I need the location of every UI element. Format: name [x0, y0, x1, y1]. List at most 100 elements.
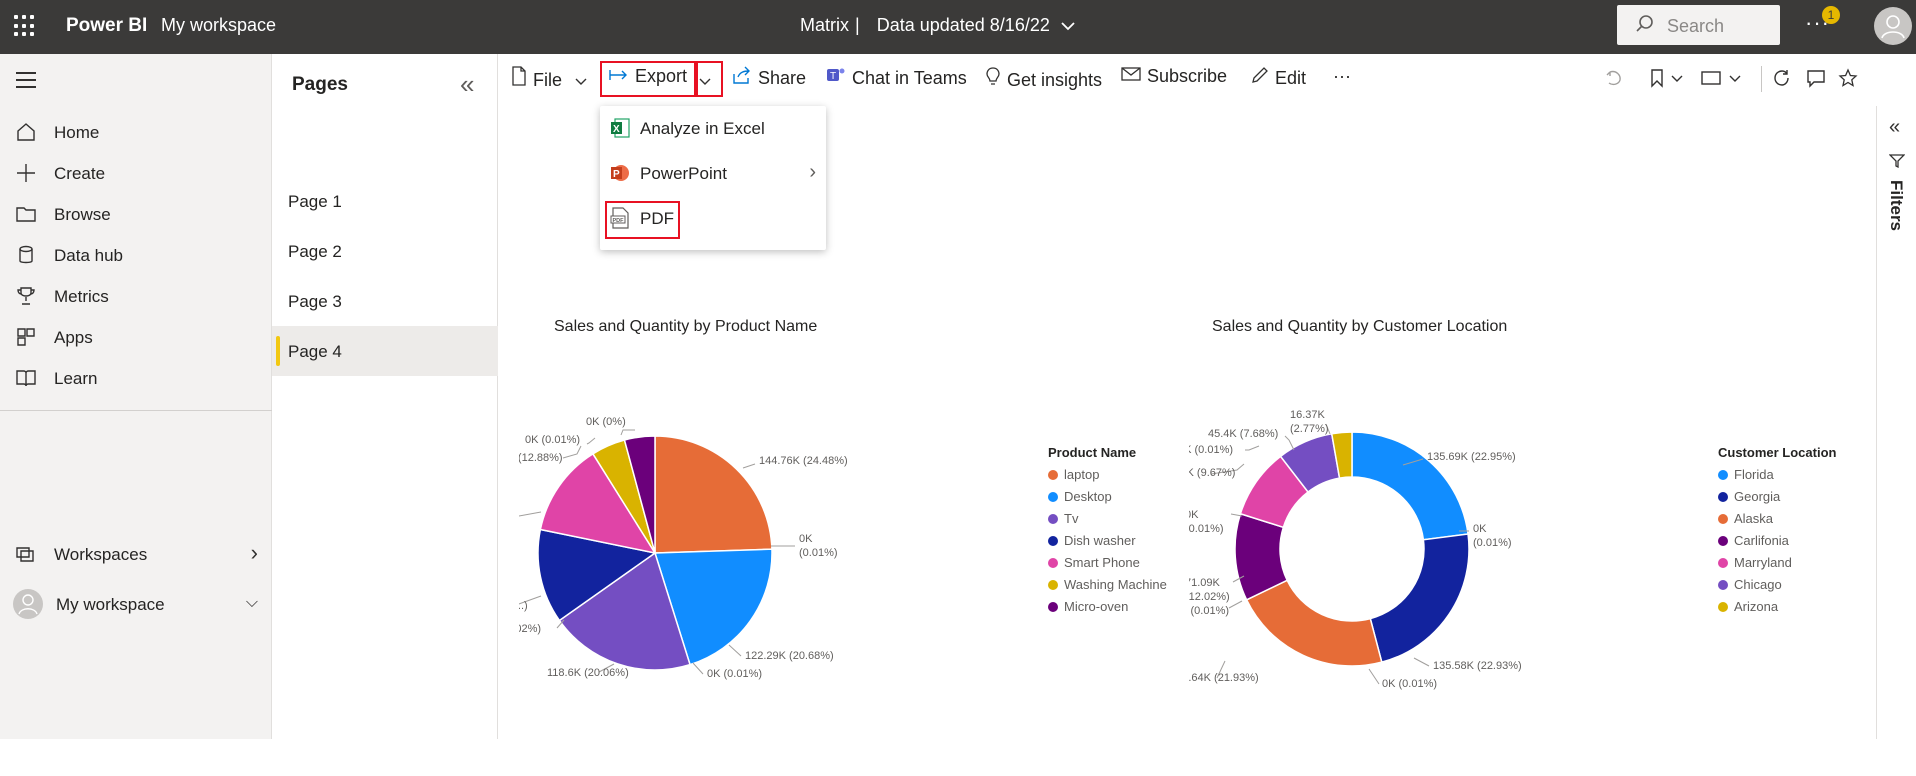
- legend-swatch: [1048, 558, 1058, 568]
- hamburger-menu-icon[interactable]: [16, 72, 36, 93]
- filters-label[interactable]: Filters: [1886, 180, 1906, 231]
- page-tab-3[interactable]: Page 3: [272, 276, 498, 326]
- nav-item-home[interactable]: Home: [0, 110, 272, 154]
- chevron-down-icon[interactable]: [1061, 15, 1075, 35]
- favorite-star-icon[interactable]: [1838, 68, 1858, 93]
- nav-item-metrics[interactable]: Metrics: [0, 274, 272, 318]
- data-label: (2.77%): [1290, 423, 1329, 435]
- legend-item-washing-machine[interactable]: Washing Machine: [1048, 577, 1167, 592]
- analyze-in-excel-item[interactable]: X Analyze in Excel: [600, 106, 826, 150]
- plus-icon: [14, 161, 38, 185]
- data-label: 0K: [1473, 523, 1487, 535]
- nav-item-workspaces[interactable]: Workspaces ›: [0, 532, 272, 576]
- nav-item-browse[interactable]: Browse: [0, 192, 272, 236]
- data-label: 0K (0.02%): [519, 623, 541, 635]
- legend-swatch: [1048, 470, 1058, 480]
- nav-item-label: Browse: [54, 205, 111, 224]
- legend-item-dish-washer[interactable]: Dish washer: [1048, 533, 1136, 548]
- edit-button[interactable]: Edit: [1251, 66, 1306, 89]
- pages-title: Pages: [292, 74, 348, 95]
- legend-label: Florida: [1734, 467, 1774, 482]
- menu-item-label: PowerPoint: [640, 164, 727, 183]
- data-label: 0K (0.01%): [1189, 444, 1233, 456]
- subscribe-button[interactable]: Subscribe: [1121, 66, 1227, 87]
- legend-item-carlifonia[interactable]: Carlifonia: [1718, 533, 1789, 548]
- legend-item-alaska[interactable]: Alaska: [1718, 511, 1773, 526]
- expand-pane-icon[interactable]: «: [1889, 116, 1900, 139]
- file-menu-button[interactable]: File: [511, 66, 587, 91]
- nav-item-learn[interactable]: Learn: [0, 356, 272, 400]
- legend-item-marryland[interactable]: Marryland: [1718, 555, 1792, 570]
- legend-item-georgia[interactable]: Georgia: [1718, 489, 1780, 504]
- legend-item-laptop[interactable]: laptop: [1048, 467, 1099, 482]
- filter-funnel-icon: [1888, 154, 1906, 173]
- data-label: 76.13K (12.88%): [519, 452, 563, 464]
- nav-item-apps[interactable]: Apps: [0, 315, 272, 359]
- legend-label: Chicago: [1734, 577, 1782, 592]
- chevron-right-icon: ›: [250, 540, 258, 565]
- legend-item-florida[interactable]: Florida: [1718, 467, 1774, 482]
- data-label: 78.31K (13....): [519, 600, 528, 612]
- slice-georgia[interactable]: [1369, 533, 1470, 664]
- data-label: 45.4K (7.68%): [1208, 428, 1278, 440]
- nav-item-label: Data hub: [54, 246, 123, 265]
- get-insights-button[interactable]: Get insights: [985, 66, 1102, 91]
- data-label-leader: [742, 463, 756, 469]
- brand-name[interactable]: Power BI: [66, 15, 147, 37]
- chat-in-teams-button[interactable]: T Chat in Teams: [826, 66, 967, 89]
- legend-label: laptop: [1064, 467, 1100, 482]
- chevron-down-icon: [575, 70, 587, 90]
- report-title[interactable]: Matrix | Data updated 8/16/22: [800, 15, 1075, 36]
- pie-chart-product[interactable]: 144.76K (24.48%) 0K (0.01%) 122.29K (20.68%…: [519, 346, 1079, 776]
- data-label-leader: [586, 437, 596, 445]
- powerpoint-item[interactable]: P PowerPoint ›: [600, 151, 826, 195]
- file-icon: [511, 66, 527, 91]
- page-tab-4[interactable]: Page 4: [272, 326, 498, 376]
- legend-item-micro-oven[interactable]: Micro-oven: [1048, 599, 1128, 614]
- collapse-pane-icon[interactable]: «: [460, 69, 474, 100]
- data-label: 57.16K (9.67%): [1189, 467, 1235, 479]
- avatar[interactable]: [1874, 7, 1912, 45]
- more-options-icon[interactable]: ···: [1333, 66, 1351, 87]
- data-label: 0K (0%): [586, 416, 626, 428]
- legend-label: Washing Machine: [1064, 577, 1167, 592]
- workspace-breadcrumb[interactable]: My workspace: [161, 15, 276, 36]
- database-icon: [14, 243, 38, 267]
- data-label-leader: [728, 644, 742, 657]
- nav-item-create[interactable]: Create: [0, 151, 272, 195]
- slice-laptop[interactable]: [654, 435, 773, 554]
- view-icon[interactable]: [1700, 68, 1746, 93]
- legend-item-desktop[interactable]: Desktop: [1048, 489, 1112, 504]
- legend-swatch: [1718, 492, 1728, 502]
- search-placeholder: Search: [1667, 16, 1725, 36]
- legend-label: Micro-oven: [1064, 599, 1129, 614]
- donut-chart-location[interactable]: 135.69K (22.95%) 0K (0.01%) 135.58K (22.93%…: [1189, 346, 1749, 776]
- search-box[interactable]: Search: [1617, 5, 1780, 45]
- legend-item-chicago[interactable]: Chicago: [1718, 577, 1782, 592]
- subscribe-label: Subscribe: [1147, 66, 1228, 86]
- slice-florida[interactable]: [1351, 431, 1469, 541]
- page-tab-2[interactable]: Page 2: [272, 226, 498, 276]
- legend-title-location: Customer Location: [1718, 445, 1837, 460]
- data-label: 0K (0.01%): [707, 668, 762, 680]
- data-label-leader: [1228, 600, 1243, 609]
- refresh-icon[interactable]: [1772, 68, 1792, 93]
- page-tab-1[interactable]: Page 1: [272, 176, 498, 226]
- nav-item-my-workspace[interactable]: My workspace ⌵: [0, 582, 272, 626]
- data-label: 0K (0.01%): [1382, 678, 1437, 690]
- undo-icon[interactable]: [1604, 68, 1624, 93]
- legend-item-arizona[interactable]: Arizona: [1718, 599, 1778, 614]
- nav-item-data-hub[interactable]: Data hub: [0, 233, 272, 277]
- legend-swatch: [1718, 536, 1728, 546]
- bookmark-icon[interactable]: [1649, 68, 1685, 93]
- legend-item-tv[interactable]: Tv: [1048, 511, 1078, 526]
- data-label-leader: [1413, 657, 1430, 667]
- comment-icon[interactable]: [1806, 68, 1826, 93]
- nav-item-label: Create: [54, 164, 106, 183]
- app-launcher-icon[interactable]: [14, 15, 36, 37]
- excel-icon: X: [610, 117, 630, 139]
- share-button[interactable]: Share: [732, 66, 806, 89]
- slice-alaska[interactable]: [1245, 579, 1383, 667]
- legend-item-smart-phone[interactable]: Smart Phone: [1048, 555, 1140, 570]
- pencil-icon: [1251, 66, 1269, 89]
